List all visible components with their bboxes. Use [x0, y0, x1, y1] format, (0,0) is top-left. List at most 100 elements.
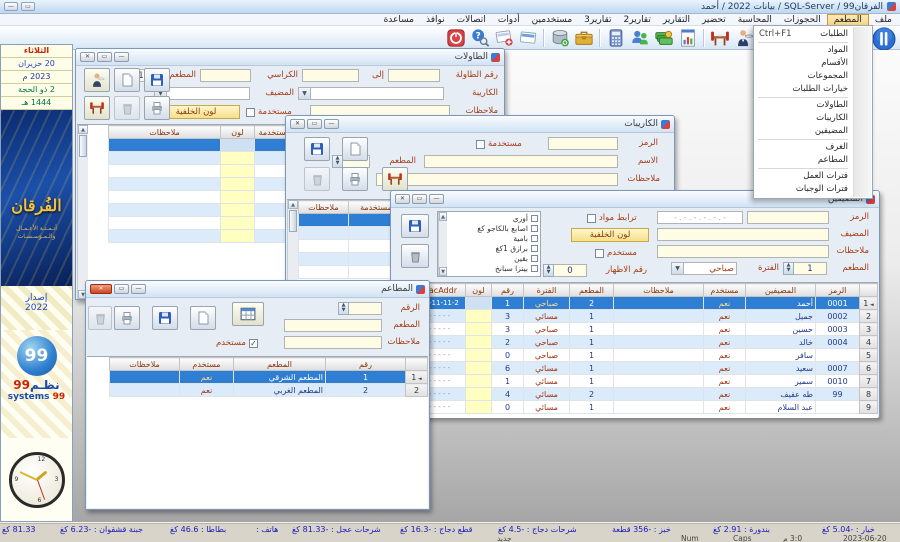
menu-item-orders[interactable]: الطلبات Ctrl+F1 [754, 28, 872, 41]
grid-cell[interactable] [221, 217, 255, 230]
new-button[interactable] [190, 306, 216, 330]
column-header[interactable]: المضيفين [746, 284, 816, 297]
cabin-combo[interactable]: ▼ [298, 87, 444, 100]
grid-cell[interactable] [299, 253, 349, 266]
notes-input[interactable] [376, 173, 618, 186]
grid-cell[interactable]: مسائي [524, 362, 570, 375]
grid-cell[interactable] [614, 362, 704, 375]
grid-cell[interactable] [614, 310, 704, 323]
list-item[interactable]: أوزى [449, 213, 538, 223]
grid-cell[interactable] [221, 204, 255, 217]
grid-cell[interactable] [109, 217, 221, 230]
table-row[interactable]: 22المطعم الغربينعم [110, 384, 428, 397]
restaurant-stepper[interactable]: ▲▼1 [783, 262, 827, 275]
database-icon[interactable] [549, 27, 571, 49]
grid-cell[interactable] [466, 310, 492, 323]
grid-cell[interactable]: 4 [860, 336, 878, 349]
grid-cell[interactable] [466, 349, 492, 362]
save-button[interactable] [304, 137, 330, 161]
app-logo-icon[interactable] [872, 27, 896, 51]
vertical-scrollbar[interactable]: ▲▼ [438, 212, 447, 276]
note-add-icon[interactable] [493, 27, 515, 49]
column-header[interactable]: لون [221, 126, 255, 139]
maximize-icon[interactable]: ▭ [114, 284, 129, 294]
table-row[interactable]: 5سافرنعم1صباحي0- - - - - [414, 349, 878, 362]
column-header[interactable]: ملاحظات [299, 201, 349, 214]
waiter-image-button[interactable] [84, 68, 110, 92]
grid-cell[interactable] [110, 371, 180, 384]
grid-cell[interactable] [816, 349, 860, 362]
delete-button[interactable] [401, 244, 429, 268]
menu-item-sections[interactable]: الأقسام [754, 57, 872, 70]
exit-icon[interactable] [445, 27, 467, 49]
grid-cell[interactable]: 6 [860, 362, 878, 375]
column-header[interactable]: ملاحظات [110, 358, 180, 371]
grid-cell[interactable]: أحمد [746, 297, 816, 310]
grid-cell[interactable]: 4 [492, 388, 524, 401]
menu-item-tables[interactable]: الطاولات [754, 99, 872, 112]
grid-cell[interactable]: سعيد [746, 362, 816, 375]
column-header[interactable]: المطعم [570, 284, 614, 297]
to-input[interactable] [302, 69, 359, 82]
grid-cell[interactable]: صباحي [524, 323, 570, 336]
grid-cell[interactable] [299, 214, 349, 227]
grid-cell[interactable]: نعم [704, 336, 746, 349]
minimize-icon[interactable]: — [114, 52, 129, 62]
grid-cell[interactable]: 2 [860, 310, 878, 323]
menu-item-cabins[interactable]: الكاريبات [754, 112, 872, 125]
note-icon[interactable] [517, 27, 539, 49]
grid-cell[interactable]: 0010 [816, 375, 860, 388]
code-input[interactable] [747, 211, 829, 224]
grid-cell[interactable] [299, 227, 349, 240]
period-combo[interactable]: صباحي▼ [671, 262, 737, 275]
menu-connections[interactable]: اتصالات [451, 14, 492, 26]
window-cabins-titlebar[interactable]: الكاريبات ✕ ▭ — [286, 116, 674, 133]
grid-cell[interactable]: 3 [492, 323, 524, 336]
grid-cell[interactable]: نعم [704, 323, 746, 336]
column-header[interactable]: المطعم [234, 358, 326, 371]
table-row[interactable]: 10001أحمدنعم2صباحي113-11-11-2 [414, 297, 878, 310]
minimize-icon[interactable]: — [131, 284, 146, 294]
menu-reservations[interactable]: الحجوزات [778, 14, 827, 26]
restaurant-input[interactable] [284, 319, 382, 332]
table-row[interactable]: 40004خالدنعم1صباحي2- - - - - [414, 336, 878, 349]
grid-cell[interactable]: 1 [492, 375, 524, 388]
toolbox-icon[interactable] [573, 27, 595, 49]
menu-item-meal-periods[interactable]: فترات الوجبات [754, 183, 872, 196]
table-row[interactable]: 60007سعيدنعم1مسائي6- - - - - [414, 362, 878, 375]
grid-cell[interactable]: نعم [704, 362, 746, 375]
grid-cell[interactable] [614, 375, 704, 388]
grid-cell[interactable] [109, 178, 221, 191]
grid-cell[interactable]: المطعم الغربي [234, 384, 326, 397]
grid-cell[interactable]: 1 [570, 310, 614, 323]
grid-cell[interactable]: 1 [406, 371, 428, 384]
materials-checkbox-list[interactable]: أوزى اصابع بالكاجو كغ بامية برازق 1كغ بق… [437, 211, 541, 277]
grid-cell[interactable] [816, 401, 860, 414]
column-header[interactable]: مستخدم [180, 358, 234, 371]
grid-cell[interactable]: 6 [492, 362, 524, 375]
help-search-icon[interactable]: ? [469, 27, 491, 49]
menu-reports3[interactable]: تقارير3 [578, 14, 617, 26]
grid-cell[interactable] [466, 375, 492, 388]
used-checkbox[interactable]: مستخدم [595, 247, 637, 259]
table-row[interactable]: 70010سميرنعم1مسائي1- - - - - [414, 375, 878, 388]
display-number-stepper[interactable]: ▲▼0 [543, 264, 587, 277]
grid-cell[interactable] [614, 388, 704, 401]
grid-cell[interactable]: مسائي [524, 388, 570, 401]
grid-cell[interactable]: نعم [704, 401, 746, 414]
grid-cell[interactable] [110, 384, 180, 397]
report-chart-icon[interactable] [677, 27, 699, 49]
grid-cell[interactable]: 2 [326, 384, 406, 397]
menu-windows[interactable]: نوافذ [420, 14, 451, 26]
menu-help[interactable]: مساعدة [378, 14, 420, 26]
vertical-scrollbar[interactable]: ▲▼ [77, 125, 88, 299]
save-button[interactable] [401, 214, 429, 238]
column-header[interactable]: مستخدم [704, 284, 746, 297]
grid-cell[interactable] [466, 388, 492, 401]
grid-cell[interactable]: 99 [816, 388, 860, 401]
restaurant-table-icon[interactable] [709, 27, 731, 49]
list-item[interactable]: بامية [449, 233, 538, 243]
grid-cell[interactable] [614, 336, 704, 349]
menu-preparation[interactable]: تحضير [696, 14, 732, 26]
users-icon[interactable] [629, 27, 651, 49]
